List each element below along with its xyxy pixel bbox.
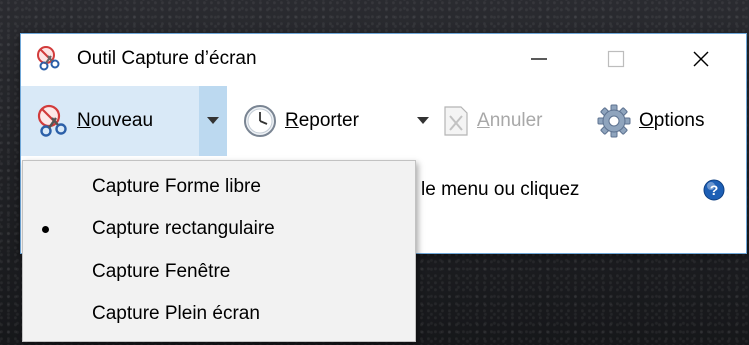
new-button[interactable]: Nouveau [21, 86, 199, 156]
cancel-button[interactable]: Annuler [443, 86, 543, 156]
instruction-text: le menu ou cliquez [421, 179, 580, 200]
help-icon[interactable]: ? [703, 179, 725, 201]
new-button-label: Nouveau [77, 110, 154, 131]
toolbar: Nouveau Reporter Annuler Options [21, 86, 746, 156]
options-button-label: Options [639, 110, 705, 131]
dropdown-arrow-icon [417, 117, 429, 124]
title-bar: Outil Capture d’écran [21, 34, 746, 86]
minimize-icon [531, 58, 547, 60]
scissors-icon [37, 46, 60, 71]
window-title: Outil Capture d’écran [77, 48, 257, 69]
new-mode-dropdown[interactable] [199, 86, 227, 156]
menu-item-full-screen[interactable]: Capture Plein écran [23, 294, 415, 334]
menu-item-label: Capture Forme libre [92, 176, 261, 197]
menu-item-label: Capture Plein écran [92, 303, 260, 324]
selected-bullet-icon [42, 225, 49, 233]
gear-icon [597, 104, 631, 138]
menu-item-free-form[interactable]: Capture Forme libre [23, 167, 415, 207]
new-mode-menu: Capture Forme libre Capture rectangulair… [22, 160, 416, 342]
delay-button-label: Reporter [285, 110, 359, 131]
menu-item-window[interactable]: Capture Fenêtre [23, 252, 415, 292]
svg-text:?: ? [710, 182, 719, 198]
maximize-button[interactable] [576, 34, 656, 84]
cancel-icon [444, 106, 468, 136]
dropdown-arrow-icon [207, 117, 219, 124]
close-button[interactable] [661, 34, 741, 84]
scissors-icon [37, 104, 67, 137]
cancel-button-label: Annuler [477, 110, 543, 131]
menu-item-rectangular[interactable]: Capture rectangulaire [23, 209, 415, 249]
menu-item-label: Capture rectangulaire [92, 218, 275, 239]
options-button[interactable]: Options [597, 86, 704, 156]
maximize-icon [607, 50, 625, 68]
delay-dropdown[interactable] [411, 86, 435, 156]
clock-icon [244, 105, 276, 137]
delay-button[interactable]: Reporter [243, 86, 359, 156]
menu-item-label: Capture Fenêtre [92, 261, 231, 282]
close-icon [693, 51, 709, 67]
minimize-button[interactable] [499, 34, 579, 84]
